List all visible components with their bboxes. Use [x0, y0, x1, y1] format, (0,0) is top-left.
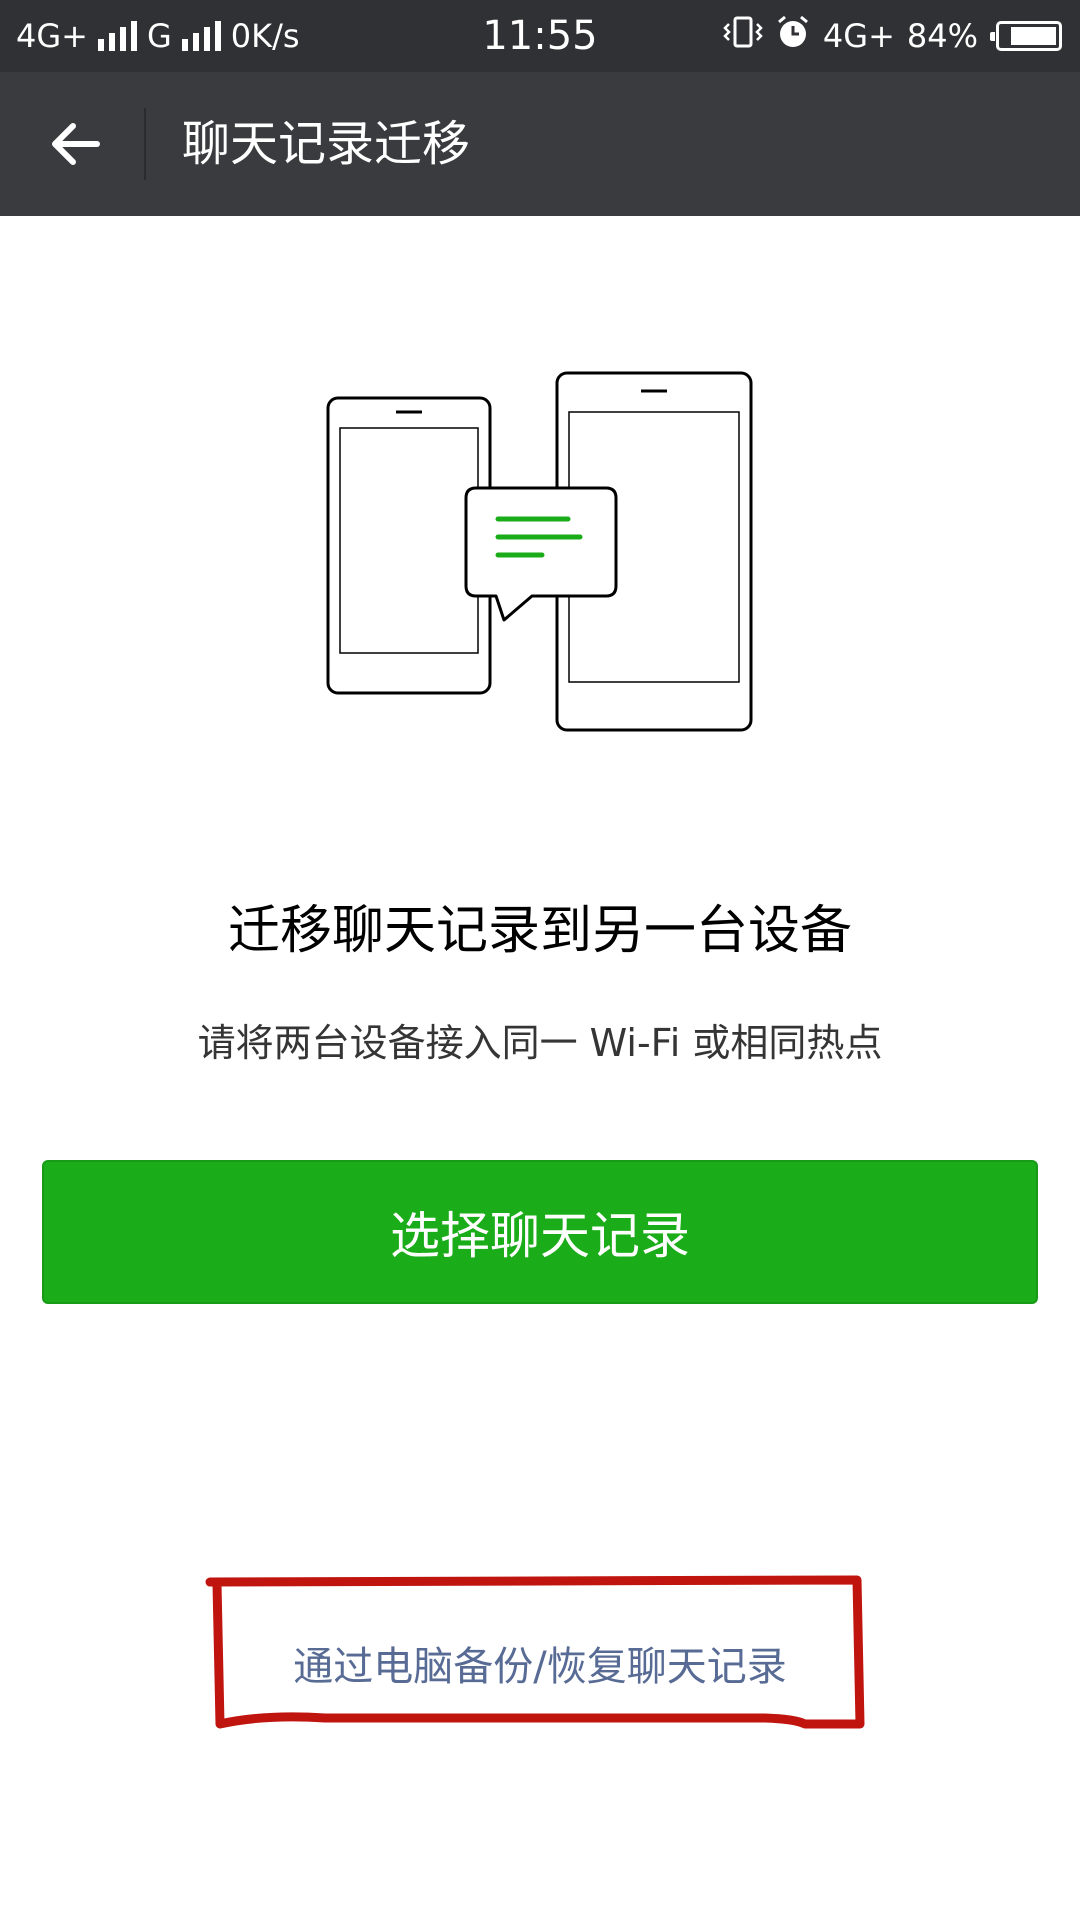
page-title: 聊天记录迁移	[182, 116, 471, 172]
devices-illustration	[320, 368, 760, 742]
migration-headline: 迁移聊天记录到另一台设备	[227, 901, 852, 961]
back-button[interactable]	[30, 99, 120, 189]
vibrate-icon	[723, 15, 763, 57]
battery-fill	[1011, 27, 1056, 45]
app-bar: 聊天记录迁移	[0, 72, 1080, 216]
app-bar-divider	[144, 108, 146, 180]
migration-hint: 请将两台设备接入同一 Wi-Fi 或相同热点	[197, 1021, 883, 1065]
select-chat-history-button[interactable]: 选择聊天记录	[42, 1160, 1038, 1304]
highlight-annotation	[205, 1574, 875, 1738]
status-bar: 4G+ G 0K/s 11:55 4G+ 84%	[0, 0, 1080, 72]
battery-icon	[990, 21, 1062, 51]
network-type-label-3: 4G+	[822, 17, 895, 55]
arrow-left-icon	[52, 123, 100, 165]
alarm-icon	[775, 14, 811, 58]
status-bar-right: 4G+ 84%	[723, 0, 1062, 72]
battery-percent: 84%	[906, 17, 978, 55]
screen: 4G+ G 0K/s 11:55 4G+ 84% 聊天记录迁移 迁移聊天记录到另…	[0, 0, 1080, 1920]
